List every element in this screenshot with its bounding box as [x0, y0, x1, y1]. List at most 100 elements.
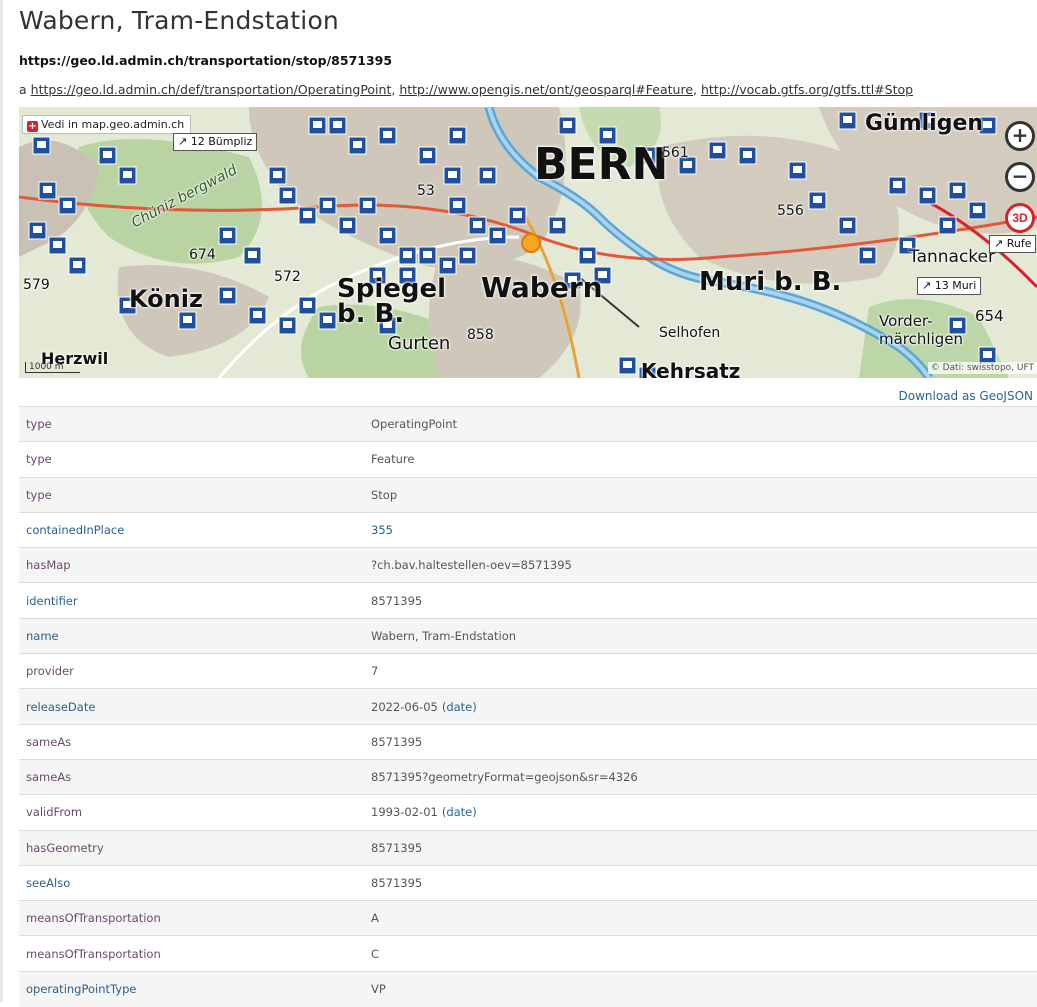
resource-uri: https://geo.ld.admin.ch/transportation/s…	[19, 53, 393, 68]
zoom-in-button[interactable]: +	[1005, 121, 1035, 151]
property-value: 8571395	[364, 864, 1037, 901]
property-value-text[interactable]: 7	[371, 664, 378, 678]
property-key[interactable]: containedInPlace	[19, 511, 364, 548]
property-value: 8571395	[364, 829, 1037, 866]
types-separator: ,	[693, 82, 701, 97]
table-row: releaseDate 2022-06-05 (date)	[19, 688, 1037, 725]
property-key[interactable]: seeAlso	[19, 864, 364, 901]
property-value: Stop	[364, 476, 1037, 513]
property-value: C	[364, 935, 1037, 972]
table-row: meansOfTransportation A	[19, 900, 1037, 936]
swiss-cross-icon: +	[27, 121, 38, 132]
property-value: 2022-06-05 (date)	[364, 688, 1037, 725]
property-value-text[interactable]: C	[371, 947, 379, 961]
property-key[interactable]: type	[19, 441, 364, 478]
left-border	[0, 0, 3, 1002]
property-key[interactable]: type	[19, 476, 364, 513]
datatype-label: (date)	[441, 805, 477, 820]
property-value: 355	[364, 511, 1037, 548]
property-value: ?ch.bav.haltestellen-oev=8571395	[364, 547, 1037, 583]
elevation-label: 654	[975, 307, 1004, 325]
property-key[interactable]: operatingPointType	[19, 970, 364, 1007]
selected-stop-marker	[521, 233, 541, 253]
property-value: 8571395	[364, 723, 1037, 760]
datatype-label: (date)	[441, 699, 477, 714]
place-label-guemligen: Gümligen	[865, 111, 984, 136]
type-link-feature[interactable]: http://www.opengis.net/ont/geosparql#Fea…	[399, 82, 693, 97]
map-view[interactable]: BERN Gümligen Köniz Spiegel b. B. Wabern…	[19, 107, 1037, 378]
open-in-map-geo-admin-link[interactable]: + Vedi in map.geo.admin.ch	[22, 115, 192, 134]
direction-label-text: 13 Muri	[934, 279, 977, 292]
property-value-text[interactable]: VP	[371, 982, 386, 996]
type-link-operatingpoint[interactable]: https://geo.ld.admin.ch/def/transportati…	[31, 82, 392, 97]
property-key[interactable]: validFrom	[19, 794, 364, 831]
map-copyright: © Dati: swisstopo, UFT	[927, 362, 1037, 374]
property-value: 1993-02-01 (date)	[364, 794, 1037, 831]
direction-label-rufe: ↗ Rufe	[989, 235, 1037, 253]
map-scale-bar: 1000 m	[25, 362, 80, 373]
table-row: meansOfTransportation C	[19, 935, 1037, 972]
elevation-label: 579	[23, 277, 50, 293]
property-key[interactable]: hasMap	[19, 547, 364, 583]
property-key[interactable]: releaseDate	[19, 688, 364, 725]
types-prefix: a	[19, 82, 27, 97]
table-row: seeAlso 8571395	[19, 864, 1037, 901]
property-key[interactable]: meansOfTransportation	[19, 900, 364, 936]
property-key[interactable]: name	[19, 617, 364, 654]
place-label-koeniz: Köniz	[129, 285, 203, 313]
property-value-text[interactable]: 8571395	[371, 735, 422, 749]
property-value-text[interactable]: OperatingPoint	[371, 417, 457, 431]
property-value: OperatingPoint	[364, 405, 1037, 442]
property-value-text[interactable]: 2022-06-05	[371, 700, 438, 714]
direction-label-buempliz: ↗ 12 Bümpliz	[173, 133, 258, 151]
direction-label-text: 12 Bümpliz	[190, 135, 253, 148]
property-value-text[interactable]: 8571395?geometryFormat=geojson&sr=4326	[371, 770, 638, 784]
elevation-label: 858	[467, 327, 494, 343]
map-link-label: Vedi in map.geo.admin.ch	[41, 118, 185, 131]
property-key[interactable]: type	[19, 405, 364, 442]
place-label-kehrsatz: Kehrsatz	[641, 359, 741, 378]
elevation-label: 53	[417, 183, 435, 199]
table-row: type Stop	[19, 476, 1037, 513]
property-value-text[interactable]: Wabern, Tram-Endstation	[371, 629, 516, 643]
elevation-label: 572	[274, 269, 301, 285]
page-title: Wabern, Tram-Endstation	[19, 6, 339, 35]
property-value-text[interactable]: 1993-02-01	[371, 805, 438, 819]
place-label-selhofen: Selhofen	[659, 325, 721, 341]
property-value: A	[364, 900, 1037, 936]
zoom-out-button[interactable]: −	[1005, 162, 1035, 192]
property-key[interactable]: sameAs	[19, 758, 364, 795]
property-value-text[interactable]: 8571395	[371, 841, 422, 855]
table-row: identifier 8571395	[19, 582, 1037, 619]
property-value-text[interactable]: ?ch.bav.haltestellen-oev=8571395	[371, 558, 572, 572]
elevation-label: 561	[662, 145, 689, 161]
table-row: name Wabern, Tram-Endstation	[19, 617, 1037, 654]
property-key[interactable]: identifier	[19, 582, 364, 619]
table-row: hasMap ?ch.bav.haltestellen-oev=8571395	[19, 547, 1037, 583]
property-value-text[interactable]: 8571395	[371, 876, 422, 890]
property-value-text[interactable]: A	[371, 911, 379, 925]
table-row: operatingPointType VP	[19, 970, 1037, 1007]
property-value: VP	[364, 970, 1037, 1007]
property-key[interactable]: meansOfTransportation	[19, 935, 364, 972]
table-row: provider 7	[19, 653, 1037, 689]
property-key[interactable]: sameAs	[19, 723, 364, 760]
3d-view-button[interactable]: 3D	[1005, 203, 1035, 233]
download-geojson-link[interactable]: Download as GeoJSON	[899, 389, 1033, 403]
type-link-stop[interactable]: http://vocab.gtfs.org/gtfs.ttl#Stop	[701, 82, 913, 97]
table-row: sameAs 8571395	[19, 723, 1037, 760]
place-label-spiegel: Spiegel b. B.	[337, 274, 447, 329]
property-value-text[interactable]: Stop	[371, 488, 397, 502]
property-value: 8571395?geometryFormat=geojson&sr=4326	[364, 758, 1037, 795]
property-value-text[interactable]: Feature	[371, 452, 414, 466]
place-label-wabern: Wabern	[481, 271, 603, 304]
property-key[interactable]: provider	[19, 653, 364, 689]
property-key[interactable]: hasGeometry	[19, 829, 364, 866]
table-row: validFrom 1993-02-01 (date)	[19, 794, 1037, 831]
property-value-text[interactable]: 355	[371, 523, 393, 537]
place-label-gurten: Gurten	[388, 333, 451, 354]
property-value: 8571395	[364, 582, 1037, 619]
property-value: 7	[364, 653, 1037, 689]
elevation-label: 556	[777, 203, 804, 219]
property-value-text[interactable]: 8571395	[371, 594, 422, 608]
